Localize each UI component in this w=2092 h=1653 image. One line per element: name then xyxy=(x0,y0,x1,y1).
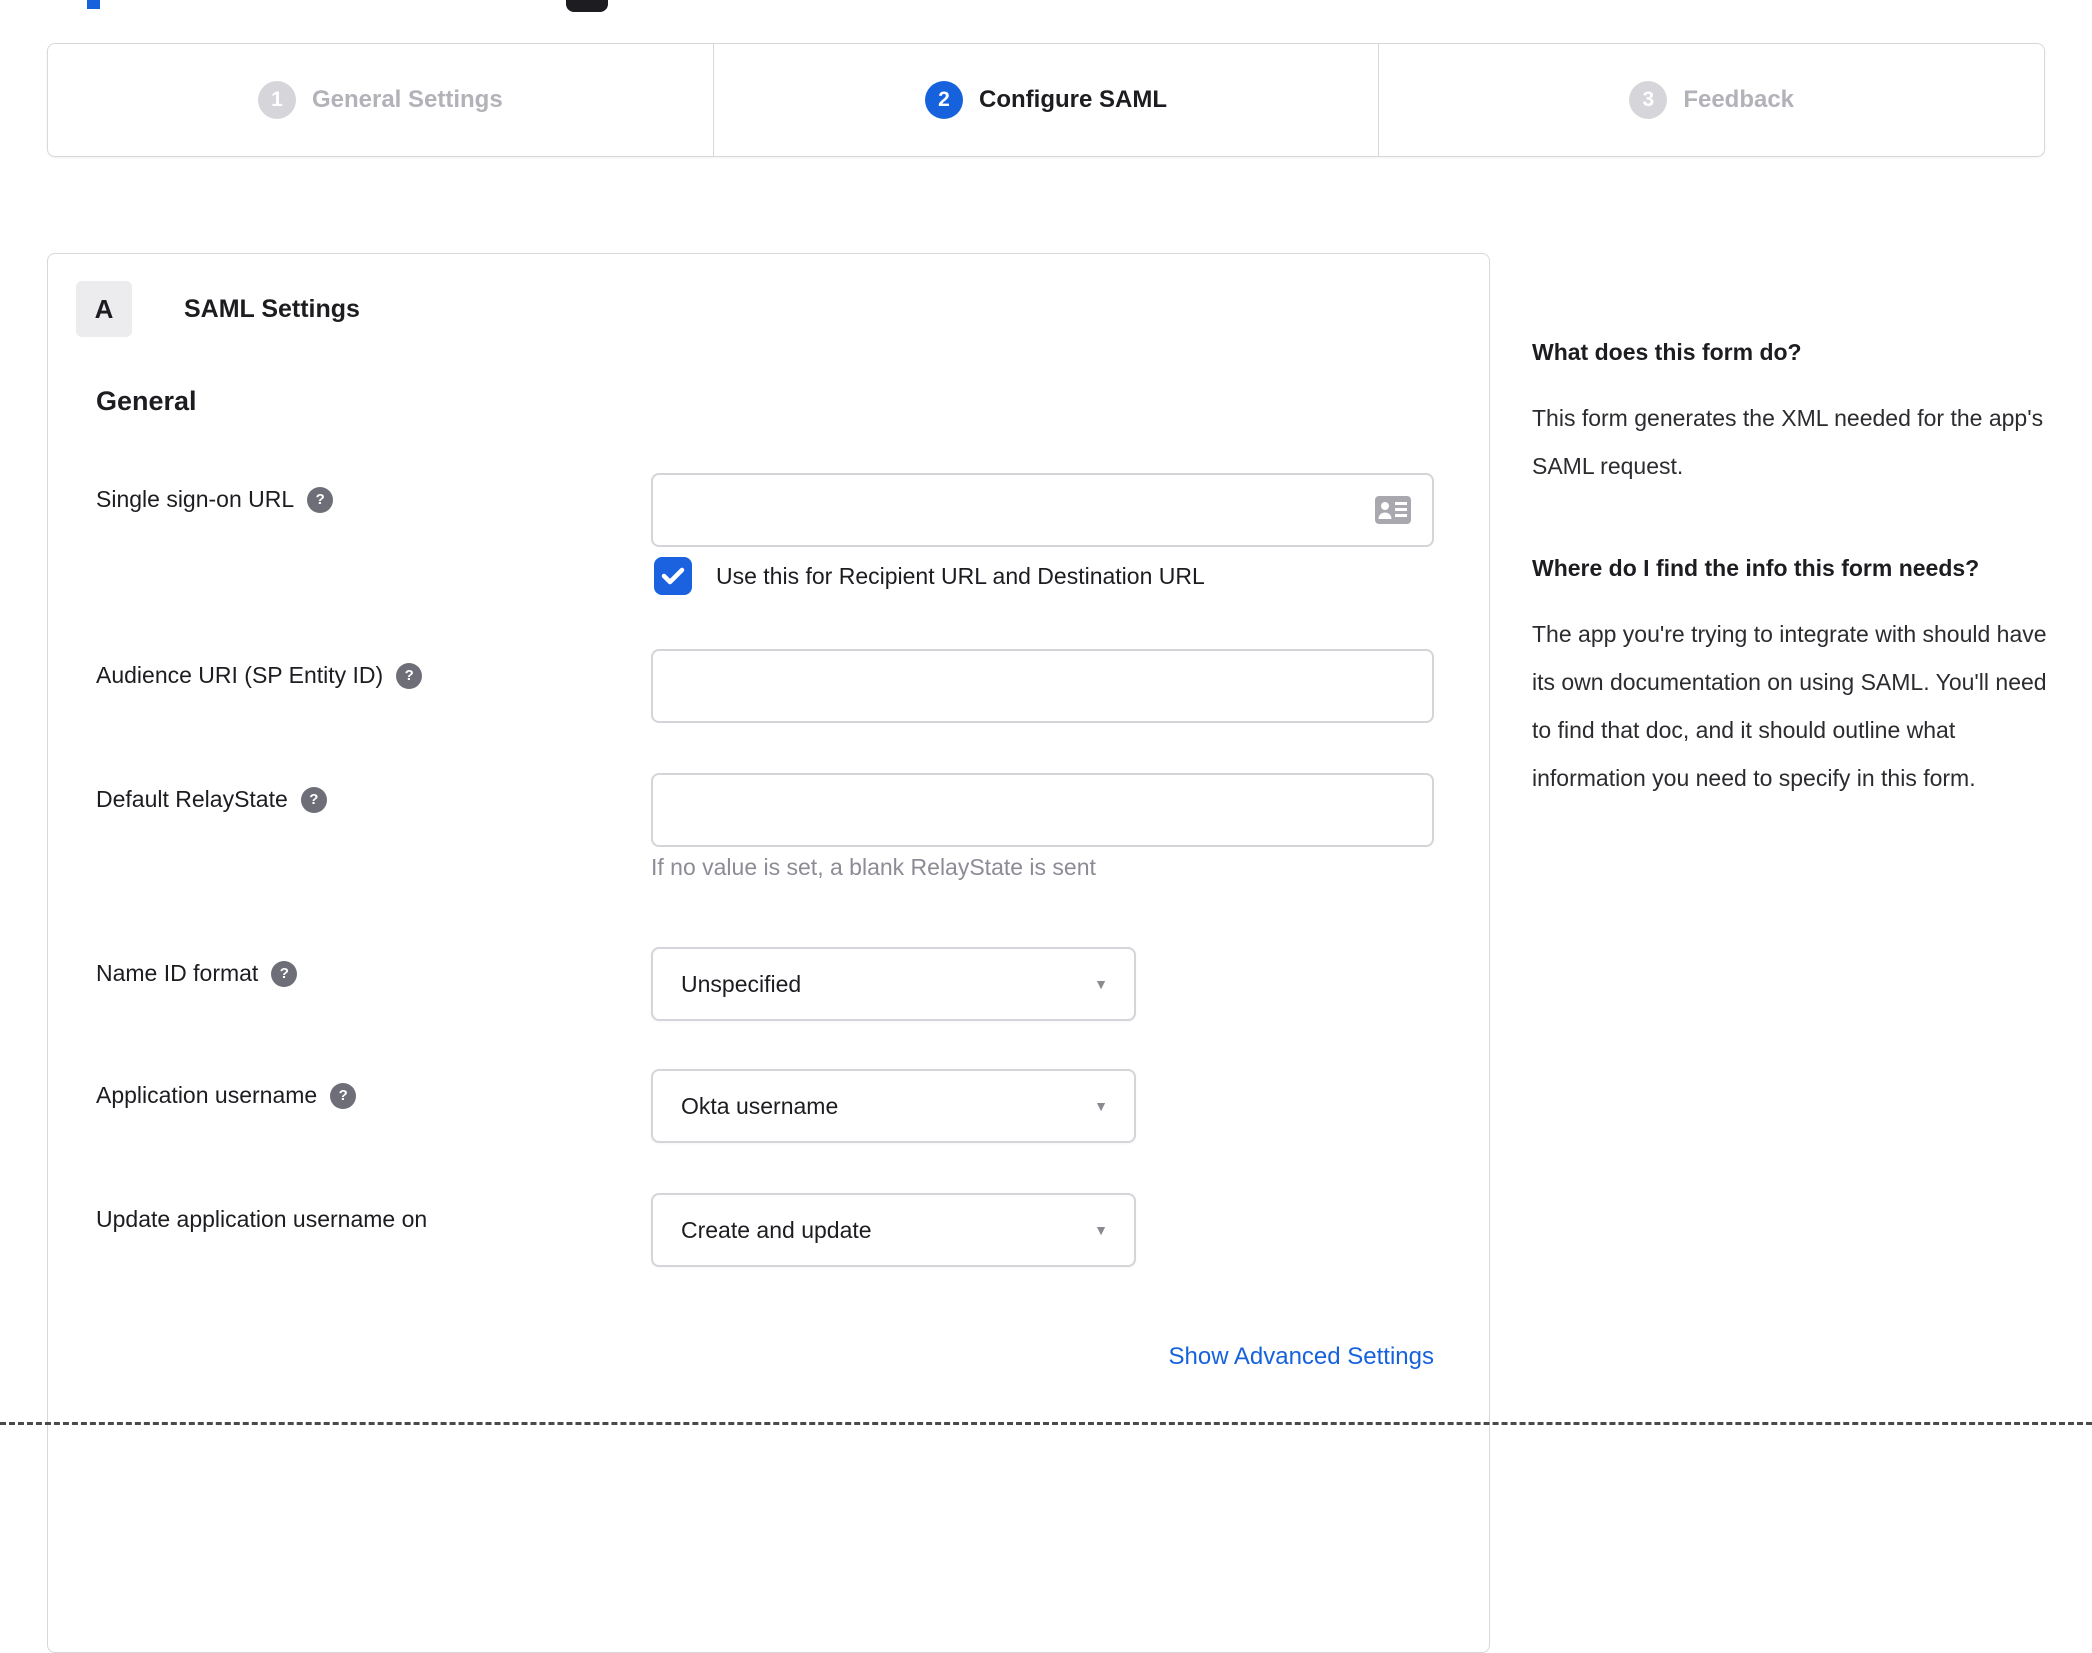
name-id-format-label-text: Name ID format xyxy=(96,960,259,986)
update-username-select[interactable]: Create and update ▼ xyxy=(651,1193,1136,1267)
sso-url-label: Single sign-on URL ? xyxy=(96,486,334,513)
relay-state-label-text: Default RelayState xyxy=(96,786,288,812)
chevron-down-icon: ▼ xyxy=(1094,1098,1108,1114)
show-advanced-settings-link[interactable]: Show Advanced Settings xyxy=(651,1343,1434,1371)
help-sidebar: What does this form do? This form genera… xyxy=(1532,330,2048,802)
sidebar-heading-1: What does this form do? xyxy=(1532,339,1802,365)
step-1-label: General Settings xyxy=(311,86,503,113)
name-id-format-value: Unspecified xyxy=(681,970,802,997)
step-general-settings[interactable]: 1 General Settings xyxy=(48,44,713,156)
recipient-url-checkbox[interactable] xyxy=(654,557,692,595)
app-username-label-text: Application username xyxy=(96,1082,318,1108)
general-heading: General xyxy=(96,386,197,416)
step-1-circle: 1 xyxy=(257,81,296,119)
step-3-circle: 3 xyxy=(1629,81,1668,119)
step-configure-saml[interactable]: 2 Configure SAML xyxy=(712,44,1379,156)
step-feedback[interactable]: 3 Feedback xyxy=(1378,44,2044,156)
help-icon[interactable]: ? xyxy=(330,1082,357,1109)
panel-title: SAML Settings xyxy=(184,294,360,323)
step-2-label: Configure SAML xyxy=(979,86,1167,113)
relay-state-hint: If no value is set, a blank RelayState i… xyxy=(651,854,1096,880)
sidebar-body-1: This form generates the XML needed for t… xyxy=(1532,405,2044,479)
update-username-value: Create and update xyxy=(681,1216,872,1243)
relay-state-label: Default RelayState ? xyxy=(96,786,327,813)
audience-uri-input[interactable] xyxy=(651,649,1434,723)
sso-url-label-text: Single sign-on URL xyxy=(96,486,295,512)
wizard-stepper: 1 General Settings 2 Configure SAML 3 Fe… xyxy=(47,43,2045,157)
app-username-label: Application username ? xyxy=(96,1082,357,1109)
audience-uri-label-text: Audience URI (SP Entity ID) xyxy=(96,662,384,688)
relay-state-input[interactable] xyxy=(651,773,1434,847)
app-username-value: Okta username xyxy=(681,1092,839,1119)
name-id-format-label: Name ID format ? xyxy=(96,960,298,987)
help-icon[interactable]: ? xyxy=(300,786,327,813)
step-2-circle: 2 xyxy=(925,81,964,119)
help-icon[interactable]: ? xyxy=(307,486,334,513)
sso-url-input[interactable] xyxy=(651,473,1434,547)
contact-card-icon xyxy=(1375,496,1411,524)
sidebar-body-2: The app you're trying to integrate with … xyxy=(1532,621,2047,791)
sidebar-heading-2: Where do I find the info this form needs… xyxy=(1532,555,1980,581)
step-3-label: Feedback xyxy=(1683,86,1795,113)
cropped-header-fragment-blue xyxy=(87,0,100,9)
help-icon[interactable]: ? xyxy=(271,960,298,987)
screenshot-crop-edge xyxy=(0,1422,2092,1425)
help-icon[interactable]: ? xyxy=(396,662,423,689)
section-a-badge: A xyxy=(76,281,132,337)
name-id-format-select[interactable]: Unspecified ▼ xyxy=(651,947,1136,1021)
chevron-down-icon: ▼ xyxy=(1094,1222,1108,1238)
app-username-select[interactable]: Okta username ▼ xyxy=(651,1069,1136,1143)
recipient-url-checkbox-label: Use this for Recipient URL and Destinati… xyxy=(716,562,1205,589)
recipient-url-checkbox-row: Use this for Recipient URL and Destinati… xyxy=(654,557,1205,595)
cropped-header-fragment-dark xyxy=(566,0,608,12)
update-username-label: Update application username on xyxy=(96,1206,427,1233)
checkmark-icon xyxy=(661,567,685,585)
update-username-label-text: Update application username on xyxy=(96,1206,428,1232)
chevron-down-icon: ▼ xyxy=(1094,976,1108,992)
saml-settings-panel: A SAML Settings General Single sign-on U… xyxy=(47,253,1490,1653)
audience-uri-label: Audience URI (SP Entity ID) ? xyxy=(96,662,423,689)
panel-header: A SAML Settings xyxy=(76,281,360,337)
